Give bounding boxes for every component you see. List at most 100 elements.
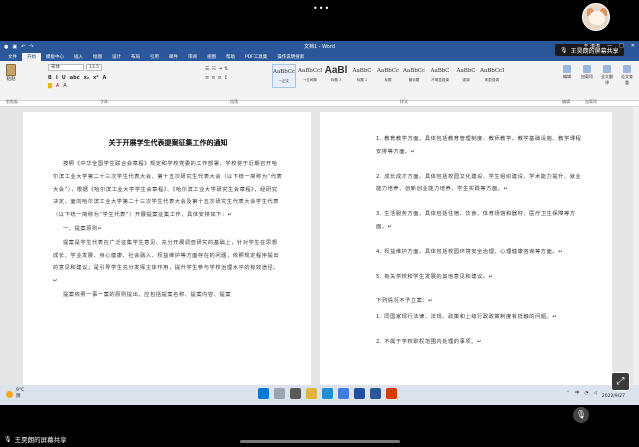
line-spacing-icon[interactable]: ↕ [224, 75, 230, 81]
minimize-icon[interactable]: — [607, 43, 612, 50]
style-option[interactable]: AaBbCcDc →无间隔 [298, 64, 322, 88]
style-option[interactable]: AaBbC 强调 [454, 64, 478, 88]
menu-tab[interactable]: 模板中心 [41, 53, 69, 61]
menu-tab[interactable]: 绘图 [88, 53, 107, 61]
list-item: 下列情况不予立案：↵ [376, 298, 434, 305]
user-name[interactable]: 王 涛涛 [583, 43, 600, 50]
style-option[interactable]: AaBbCcDc 明显强调 [480, 64, 504, 88]
menu-tab[interactable]: 邮件 [164, 53, 183, 61]
menu-tab[interactable]: 帮助 [221, 53, 240, 61]
ribbon: 粘贴 宋体 13.5 B I Uabc x₂ x² A ▇ A A ☰☷⇥⇅ ≡≡≡↕ A… [0, 61, 639, 104]
clipboard-icon [6, 64, 16, 76]
format-button[interactable]: x₂ [84, 75, 89, 81]
ribbon-button[interactable]: 全文翻译 [600, 65, 614, 86]
paste-button[interactable]: 粘贴 [4, 64, 18, 92]
expand-icon[interactable]: ⤢ [611, 372, 630, 391]
title-bar: ● ▣ ↶ ↷ 文档1 - Word 王 涛涛 — □ ✕ [0, 41, 639, 52]
style-sample: AaBbCcDc [298, 68, 322, 74]
menu-tab[interactable]: 操作说明搜索 [272, 53, 309, 61]
file-explorer-icon[interactable] [306, 388, 317, 399]
format-button[interactable]: A [103, 75, 107, 81]
sort-icon[interactable]: ⇅ [224, 66, 230, 72]
ime-indicator[interactable]: 中 [575, 391, 580, 397]
mute-microphone-icon[interactable]: 🎙 [573, 407, 589, 423]
weather-widget[interactable]: 9°C 阴 [6, 388, 24, 400]
sun-icon [6, 390, 13, 398]
ribbon-button[interactable]: 加载项 [580, 65, 594, 86]
paragraph: 提案依照一事一案的原则提出，应包括提案名称、提案内容、提案 [63, 291, 232, 298]
volume-icon[interactable]: ◁ [593, 391, 596, 397]
more-options-icon[interactable]: ••• [313, 4, 330, 13]
font-size-select[interactable]: 13.5 [86, 64, 102, 71]
paragraph: 一、提案原则↵ [63, 225, 103, 232]
word-taskbar-icon[interactable] [370, 388, 381, 399]
windows-taskbar: 9°C 阴 ⌃ 中 ◔ ◁ 19:09 2022/9/27 [0, 385, 639, 405]
avatar[interactable] [582, 3, 610, 31]
search-icon[interactable] [274, 388, 285, 399]
home-indicator[interactable] [240, 440, 400, 443]
close-icon[interactable]: ✕ [631, 43, 635, 50]
page-left[interactable]: 关于开展学生代表提案征集工作的通知 按照《中华全国学生联合会章程》规定和学校党委… [23, 112, 311, 405]
highlight-icon[interactable]: ▇ [48, 83, 52, 89]
format-button[interactable]: I [56, 75, 58, 81]
menu-tab[interactable]: 开始 [22, 53, 41, 61]
taskbar-apps [258, 388, 397, 399]
font-name-select[interactable]: 宋体 [48, 64, 84, 71]
style-name: 副标题 [408, 78, 420, 82]
format-buttons: B I Uabc x₂ x² A [48, 75, 106, 81]
menu-tab[interactable]: PDF工具集 [240, 53, 272, 61]
screen: ••• ● ▣ ↶ ↷ 文档1 - Word 王 涛涛 — □ ✕ 文件 开始 模板… [0, 0, 639, 447]
group-styles: 样式 [400, 99, 408, 104]
undo-icon[interactable]: ↶ [21, 44, 25, 50]
menu-tab[interactable]: 设计 [107, 53, 126, 61]
style-name: 明显强调 [485, 78, 499, 82]
list-item: 2. 成长成才方面。具体包括校园文化建设、学生组织建设、学术能力提升、就业能力培… [376, 173, 582, 193]
edge-icon[interactable] [322, 388, 333, 399]
group-font: 字体 [100, 99, 108, 104]
mail-icon[interactable] [354, 388, 365, 399]
menu-tab[interactable]: 引用 [145, 53, 164, 61]
ribbon-button[interactable]: 编辑 [560, 65, 574, 86]
group-paragraph: 段落 [230, 99, 238, 104]
style-option[interactable]: AaBbC 标题 2 [350, 64, 374, 88]
start-icon[interactable] [258, 388, 269, 399]
style-sample: AaBbCc [376, 68, 400, 74]
style-sample: AaBbCcDc [480, 68, 504, 74]
menu-tab[interactable]: 插入 [69, 53, 88, 61]
style-option[interactable]: AaBbCcDc →正文 [272, 64, 296, 88]
store-icon[interactable] [338, 388, 349, 399]
menu-tab[interactable]: 视图 [202, 53, 221, 61]
tray-chevron-icon[interactable]: ⌃ [566, 391, 570, 397]
document-title: 关于开展学生代表提案征集工作的通知 [108, 139, 228, 147]
save-icon[interactable]: ▣ [12, 44, 17, 50]
style-name: 不明显强调 [431, 78, 449, 82]
style-option[interactable]: AaBbC 不明显强调 [428, 64, 452, 88]
maximize-icon[interactable]: □ [619, 43, 624, 50]
ribbon-button-icon [623, 65, 631, 73]
autosave-icon[interactable]: ● [4, 44, 8, 50]
menu-bar: 文件 开始 模板中心 插入 绘图 设计 布局 引用 邮件 审阅 视图 帮助 PDF工具集 操作说明搜索 [0, 52, 639, 61]
style-option[interactable]: AaBbCc 标题 [376, 64, 400, 88]
font-color-icon[interactable]: A [56, 83, 59, 89]
redo-icon[interactable]: ↷ [29, 44, 33, 50]
format-button[interactable]: U [62, 75, 66, 81]
menu-tab[interactable]: 审阅 [183, 53, 202, 61]
format-button[interactable]: abc [70, 75, 80, 81]
task-view-icon[interactable] [290, 388, 301, 399]
format-button[interactable]: x² [93, 75, 98, 81]
style-option[interactable]: AaBbCc 副标题 [402, 64, 426, 88]
style-option[interactable]: AaBl 标题 1 [324, 64, 348, 88]
char-shading-icon[interactable]: A [63, 83, 66, 89]
format-button[interactable]: B [48, 75, 52, 81]
ribbon-button-label: 论文查重 [621, 74, 633, 85]
app-icon[interactable] [386, 388, 397, 399]
vertical-scrollbar[interactable] [633, 107, 639, 395]
style-sample: AaBbC [456, 68, 476, 74]
window-title: 文档1 - Word [303, 44, 336, 50]
menu-tab[interactable]: 布局 [126, 53, 145, 61]
menu-tab[interactable]: 文件 [3, 53, 22, 61]
wifi-icon[interactable]: ◔ [585, 391, 589, 397]
microphone-icon: 🎙 [560, 46, 568, 54]
page-right[interactable]: 1. 教育教学方面。具体包括教育管理制度、教师教学、教学基础设施、教学课程安排等… [320, 112, 612, 405]
ribbon-button[interactable]: 论文查重 [620, 65, 634, 86]
